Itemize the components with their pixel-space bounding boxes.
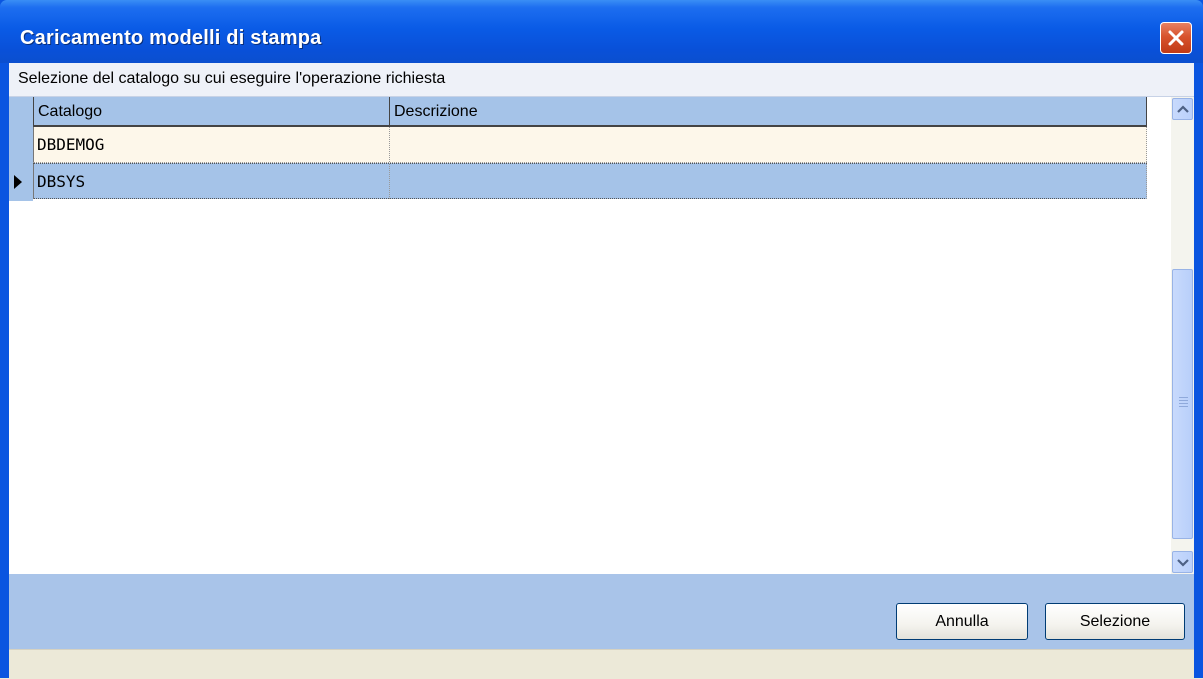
catalog-grid[interactable]: Catalogo Descrizione DBDEMOG DBSYS xyxy=(9,97,1171,574)
close-icon xyxy=(1168,30,1184,46)
grid-header: Catalogo Descrizione xyxy=(33,97,1147,127)
dialog-window: Caricamento modelli di stampa Selezione … xyxy=(0,0,1203,679)
cell-catalogo[interactable]: DBSYS xyxy=(33,164,390,199)
dialog-client-area: Selezione del catalogo su cui eseguire l… xyxy=(9,63,1194,679)
scroll-up-button[interactable] xyxy=(1172,98,1193,120)
close-button[interactable] xyxy=(1160,22,1192,54)
grip-line xyxy=(1179,403,1188,404)
status-bar xyxy=(9,649,1194,679)
vertical-scrollbar[interactable] xyxy=(1171,97,1194,574)
table-row-selected[interactable]: DBSYS xyxy=(33,163,1147,199)
chevron-down-icon xyxy=(1177,559,1189,567)
cell-descrizione[interactable] xyxy=(390,164,1147,199)
window-title: Caricamento modelli di stampa xyxy=(20,27,322,49)
grip-line xyxy=(1179,406,1188,407)
scroll-down-button[interactable] xyxy=(1172,551,1193,573)
row-pointer-icon xyxy=(14,175,22,189)
grid-caption: Selezione del catalogo su cui eseguire l… xyxy=(18,70,446,87)
grip-line xyxy=(1179,400,1188,401)
dialog-footer: Annulla Selezione xyxy=(9,574,1194,649)
cancel-button[interactable]: Annulla xyxy=(896,603,1028,640)
table-row[interactable]: DBDEMOG xyxy=(33,127,1147,163)
cell-descrizione[interactable] xyxy=(390,127,1147,162)
select-button[interactable]: Selezione xyxy=(1045,603,1185,640)
column-header-catalogo[interactable]: Catalogo xyxy=(33,97,390,125)
cell-catalogo[interactable]: DBDEMOG xyxy=(33,127,390,162)
column-header-descrizione[interactable]: Descrizione xyxy=(390,97,1147,125)
grid-caption-bar: Selezione del catalogo su cui eseguire l… xyxy=(9,63,1194,97)
scrollbar-thumb[interactable] xyxy=(1172,269,1193,539)
chevron-up-icon xyxy=(1177,105,1189,113)
grip-line xyxy=(1179,397,1188,398)
title-bar[interactable]: Caricamento modelli di stampa xyxy=(0,0,1203,63)
